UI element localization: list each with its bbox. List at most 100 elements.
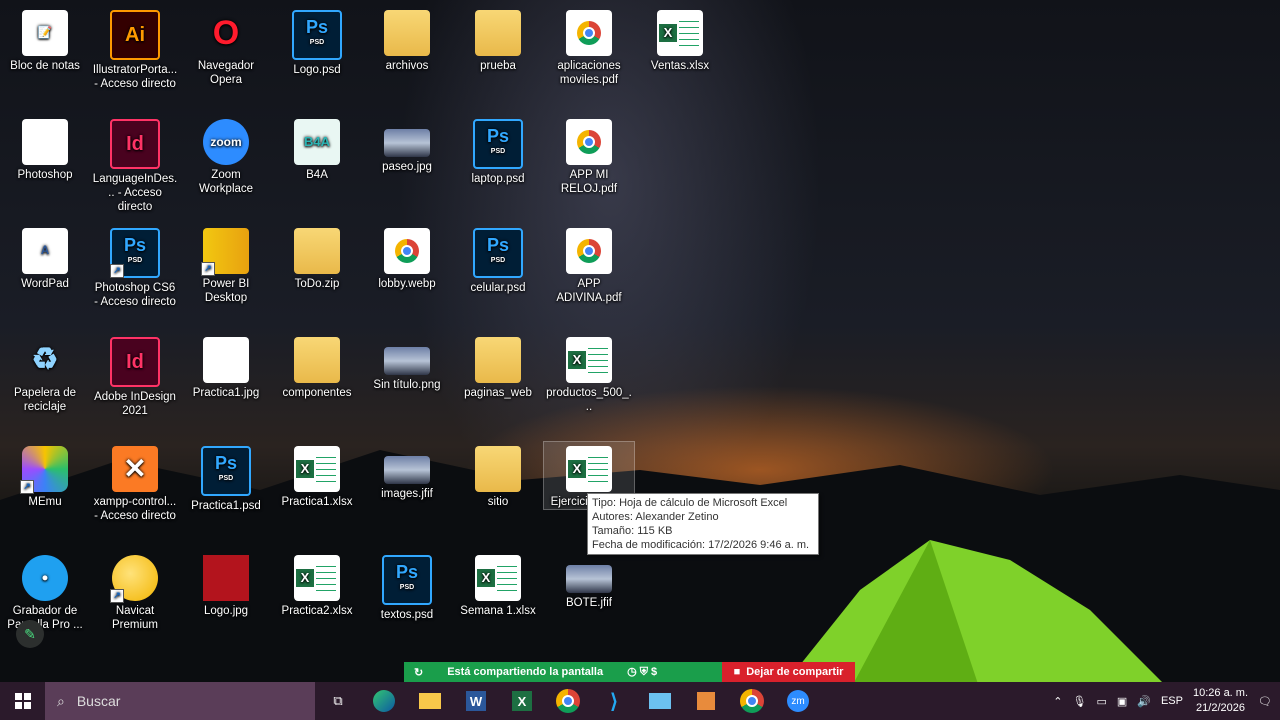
desktop-icon[interactable]: Semana 1.xlsx (453, 551, 543, 618)
desktop-icon[interactable]: APP MI RELOJ.pdf (544, 115, 634, 196)
pencil-icon[interactable]: ✎ (16, 620, 44, 648)
share-controls-icons[interactable]: ◷ ⛨ $ (627, 665, 657, 679)
edge-icon[interactable] (361, 682, 407, 720)
share-icon: ↻ (414, 666, 424, 679)
desktop-icon[interactable]: aplicaciones moviles.pdf (544, 6, 634, 87)
clock-date: 21/2/2026 (1196, 702, 1245, 714)
battery-icon[interactable]: ▭ (1096, 695, 1106, 708)
desktop-icon[interactable]: Practica1.xlsx (272, 442, 362, 509)
file-explorer-icon[interactable] (407, 682, 453, 720)
desktop-icon[interactable]: A WordPad (0, 224, 90, 291)
network-icon[interactable]: ▣ (1117, 695, 1127, 708)
desktop-icon[interactable]: Ps PSD Logo.psd (272, 6, 362, 77)
clock[interactable]: 10:26 a. m. 21/2/2026 (1193, 686, 1248, 716)
task-view-icon[interactable]: ⧉ (315, 682, 361, 720)
stop-sharing-button[interactable]: ■ Dejar de compartir (722, 662, 855, 682)
desktop-icon[interactable]: paseo.jpg (362, 115, 452, 174)
folder-file-icon (475, 337, 521, 383)
desktop-icon[interactable]: paginas_web (453, 333, 543, 400)
desktop-icon[interactable]: ● Grabador de Pantalla Pro ... (0, 551, 90, 632)
notifications-icon[interactable]: 🗨 (1258, 695, 1272, 708)
desktop-icon[interactable]: B4A B4A (272, 115, 362, 182)
desktop-icon-label: Navegador Opera (197, 60, 255, 86)
shortcut-arrow-icon: ↗ (201, 262, 215, 276)
desktop-icon[interactable]: Id Adobe InDesign 2021 (90, 333, 180, 418)
desktop-icon-label: LanguageInDes... - Acceso directo (92, 173, 178, 213)
desktop-icon-label: Power BI Desktop (202, 278, 250, 304)
desktop-icon[interactable]: Ps PSD Practica1.psd (181, 442, 271, 513)
desktop-icon[interactable]: APP ADIVINA.pdf (544, 224, 634, 305)
desktop-icon[interactable]: ToDo.zip (272, 224, 362, 291)
desktop-icon[interactable]: ↗ MEmu (0, 442, 90, 509)
desktop-icon-label: lobby.webp (378, 278, 436, 290)
windows-icon (14, 693, 31, 709)
desktop-icon[interactable]: prueba (453, 6, 543, 73)
desktop-icon[interactable]: O Navegador Opera (181, 6, 271, 87)
desktop-icon-label: Bloc de notas (10, 60, 80, 72)
desktop-icon[interactable]: Ps PSD celular.psd (453, 224, 543, 295)
shortcut-arrow-icon: ↗ (110, 264, 124, 278)
desktop-icon-label: celular.psd (470, 282, 526, 294)
desktop-icon[interactable]: componentes (272, 333, 362, 400)
desktop-icon[interactable]: Ps PSD ↗ Photoshop CS6 - Acceso directo (90, 224, 180, 309)
desktop-icon-label: xampp-control... - Acceso directo (93, 496, 177, 522)
windows-start-button[interactable] (0, 682, 45, 720)
desktop-icon[interactable]: 📝 Bloc de notas (0, 6, 90, 73)
desktop-icon-label: aplicaciones moviles.pdf (557, 60, 621, 86)
desktop-icon-label: ToDo.zip (294, 278, 340, 290)
taskbar: ⌕ Buscar ⧉ W X ⟩ zm ⌃ 🎙 ▭ ▣ 🔊 ESP 10:26 … (0, 682, 1280, 720)
desktop-icon-label: Adobe InDesign 2021 (94, 391, 176, 417)
doc-file-icon (203, 337, 249, 383)
desktop-icon-label: WordPad (21, 278, 69, 290)
desktop-icon[interactable]: Id LanguageInDes... - Acceso directo (90, 115, 180, 214)
desktop-icon[interactable]: zoom Zoom Workplace (181, 115, 271, 196)
chrome-icon[interactable] (545, 682, 591, 720)
desktop-icon[interactable]: Ps PSD laptop.psd (453, 115, 543, 186)
zoom-icon[interactable]: zm (775, 682, 821, 720)
desktop-icon[interactable]: Logo.jpg (181, 551, 271, 618)
desktop-icon[interactable]: BOTE.jfif (544, 551, 634, 610)
desktop-icon[interactable]: Photoshop (0, 115, 90, 182)
desktop-icon[interactable]: archivos (362, 6, 452, 73)
microphone-icon[interactable]: 🎙 (1072, 695, 1086, 708)
desktop: 📝 Bloc de notas Ai IllustratorPorta... - Ac… (0, 0, 1280, 682)
desktop-icon[interactable]: sitio (453, 442, 543, 509)
share-status: ↻ Está compartiendo la pantalla ◷ ⛨ $ (404, 662, 722, 682)
language-indicator[interactable]: ESP (1161, 695, 1183, 707)
vscode-icon[interactable]: ⟩ (591, 682, 637, 720)
excel-icon[interactable]: X (499, 682, 545, 720)
pdf-file-icon (566, 10, 612, 56)
taskbar-search[interactable]: ⌕ Buscar (45, 682, 315, 720)
excel-file-icon (566, 337, 612, 383)
desktop-icon[interactable]: Practica2.xlsx (272, 551, 362, 618)
word-icon[interactable]: W (453, 682, 499, 720)
desktop-icon[interactable]: productos_500_... (544, 333, 634, 414)
desktop-icon[interactable]: lobby.webp (362, 224, 452, 291)
share-status-label: Está compartiendo la pantalla (447, 666, 604, 678)
desktop-icon[interactable]: images.jfif (362, 442, 452, 501)
desktop-icon[interactable]: Ai IllustratorPorta... - Acceso directo (90, 6, 180, 91)
desktop-icon-label: Logo.psd (293, 64, 341, 76)
desktop-icon[interactable]: Practica1.jpg (181, 333, 271, 400)
chrome-profile-icon[interactable] (729, 682, 775, 720)
desktop-icon[interactable]: ✕ xampp-control... - Acceso directo (90, 442, 180, 523)
desktop-icon[interactable]: Ventas.xlsx (635, 6, 725, 73)
desktop-icon[interactable]: ↗ Power BI Desktop (181, 224, 271, 305)
desktop-icon-label: Logo.jpg (203, 605, 249, 617)
id-file-icon: Id (110, 119, 160, 169)
media-player-icon[interactable] (683, 682, 729, 720)
desktop-icon[interactable]: Ps PSD textos.psd (362, 551, 452, 622)
desktop-icon[interactable]: ♻ Papelera de reciclaje (0, 333, 90, 414)
tooltip-authors: Autores: Alexander Zetino (592, 511, 719, 523)
file-tooltip: Tipo: Hoja de cálculo de Microsoft Excel… (587, 493, 819, 555)
desktop-icon[interactable]: ↗ Navicat Premium (90, 551, 180, 632)
remote-desktop-icon[interactable] (637, 682, 683, 720)
search-icon: ⌕ (57, 692, 65, 709)
desktop-icon-label: textos.psd (380, 609, 434, 621)
ai-file-icon: Ai (110, 10, 160, 60)
desktop-icon[interactable]: Sin título.png (362, 333, 452, 392)
desktop-icon-label: Zoom Workplace (198, 169, 254, 195)
volume-icon[interactable]: 🔊 (1137, 695, 1151, 708)
chevron-up-icon[interactable]: ⌃ (1053, 695, 1062, 708)
pdf-file-icon (384, 228, 430, 274)
